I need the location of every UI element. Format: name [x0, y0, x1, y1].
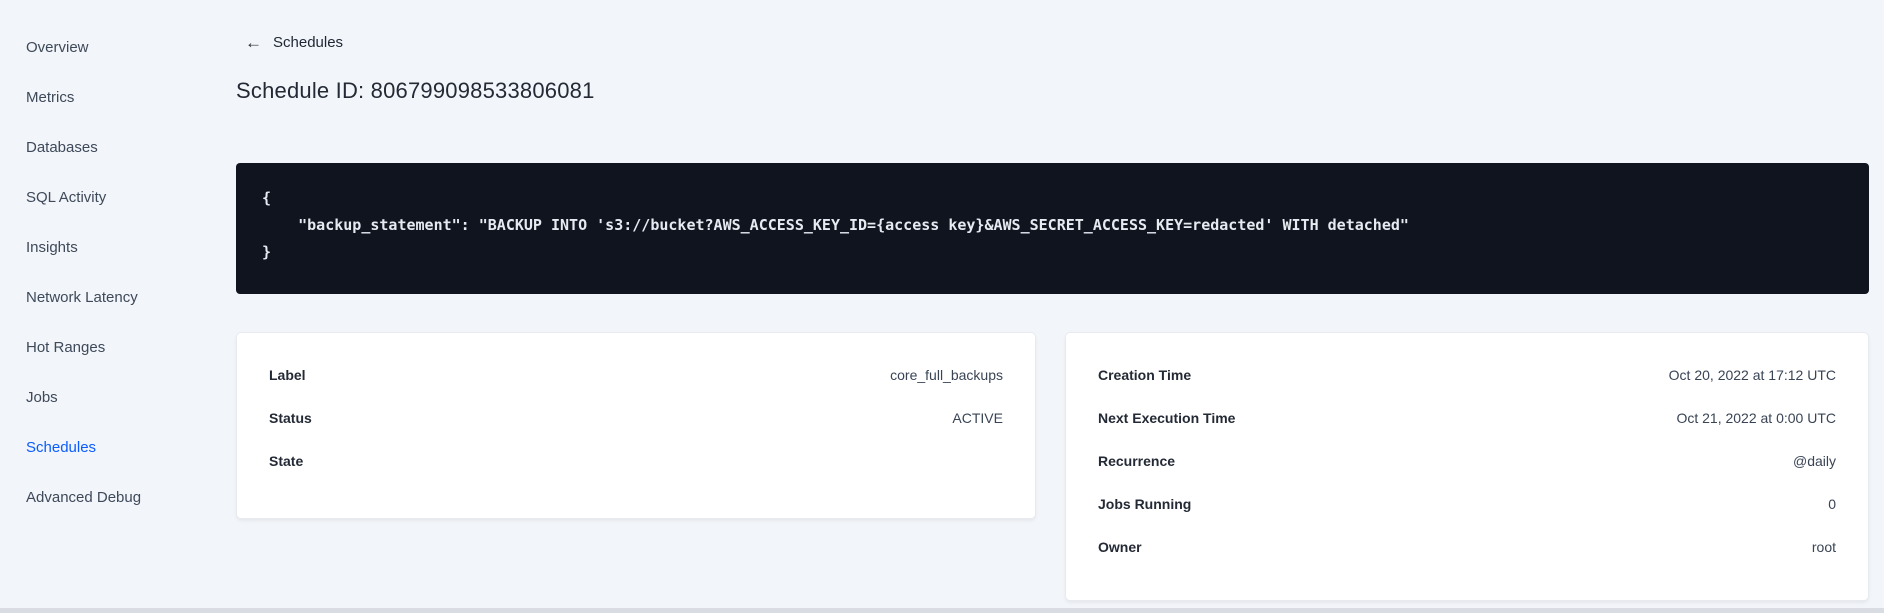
row-label: State — [269, 452, 304, 469]
row-value: root — [1811, 538, 1836, 555]
backup-statement-code-block: { "backup_statement": "BACKUP INTO 's3:/… — [236, 163, 1869, 294]
detail-row-label: Label core_full_backups — [269, 353, 1003, 396]
row-value: Oct 21, 2022 at 0:00 UTC — [1676, 409, 1836, 426]
sidebar-item-advanced-debug[interactable]: Advanced Debug — [0, 473, 196, 523]
row-label: Owner — [1098, 538, 1142, 555]
summary-cards-row: Label core_full_backups Status ACTIVE St… — [236, 332, 1869, 601]
row-label: Creation Time — [1098, 366, 1192, 383]
row-value: core_full_backups — [890, 366, 1003, 383]
detail-row-state: State — [269, 439, 1003, 482]
sidebar-item-metrics[interactable]: Metrics — [0, 73, 196, 123]
timing-row-owner: Owner root — [1098, 525, 1836, 568]
row-label: Recurrence — [1098, 452, 1176, 469]
timing-row-next-execution-time: Next Execution Time Oct 21, 2022 at 0:00… — [1098, 396, 1836, 439]
row-value: Oct 20, 2022 at 17:12 UTC — [1668, 366, 1836, 383]
row-label: Next Execution Time — [1098, 409, 1236, 426]
arrow-left-icon: ← — [245, 33, 262, 52]
row-value: @daily — [1792, 452, 1836, 469]
row-label: Status — [269, 409, 312, 426]
sidebar-item-insights[interactable]: Insights — [0, 223, 196, 273]
page-title: Schedule ID: 806799098533806081 — [236, 78, 595, 103]
sidebar-nav: Overview Metrics Databases SQL Activity … — [0, 23, 196, 523]
sidebar-item-schedules[interactable]: Schedules — [0, 423, 196, 473]
schedule-timing-card: Creation Time Oct 20, 2022 at 17:12 UTC … — [1065, 332, 1869, 601]
row-label: Jobs Running — [1098, 495, 1192, 512]
back-to-schedules-link[interactable]: ← Schedules — [245, 34, 343, 51]
timing-row-jobs-running: Jobs Running 0 — [1098, 482, 1836, 525]
row-value: ACTIVE — [952, 409, 1003, 426]
sidebar-item-sql-activity[interactable]: SQL Activity — [0, 173, 196, 223]
bottom-edge-strip — [0, 608, 1884, 613]
sidebar-item-jobs[interactable]: Jobs — [0, 373, 196, 423]
detail-row-status: Status ACTIVE — [269, 396, 1003, 439]
sidebar-item-overview[interactable]: Overview — [0, 23, 196, 73]
schedule-detail-content: ← Schedules Schedule ID: 806799098533806… — [236, 0, 1869, 613]
timing-row-recurrence: Recurrence @daily — [1098, 439, 1836, 482]
sidebar-item-databases[interactable]: Databases — [0, 123, 196, 173]
timing-row-creation-time: Creation Time Oct 20, 2022 at 17:12 UTC — [1098, 353, 1836, 396]
sidebar-item-network-latency[interactable]: Network Latency — [0, 273, 196, 323]
schedule-details-card: Label core_full_backups Status ACTIVE St… — [236, 332, 1036, 519]
row-value: 0 — [1828, 495, 1836, 512]
back-link-label: Schedules — [273, 34, 344, 51]
sidebar-item-hot-ranges[interactable]: Hot Ranges — [0, 323, 196, 373]
row-label: Label — [269, 366, 306, 383]
schedule-detail-page: { "colors": { "page_bg": "#f2f5f9", "acc… — [0, 0, 1884, 613]
